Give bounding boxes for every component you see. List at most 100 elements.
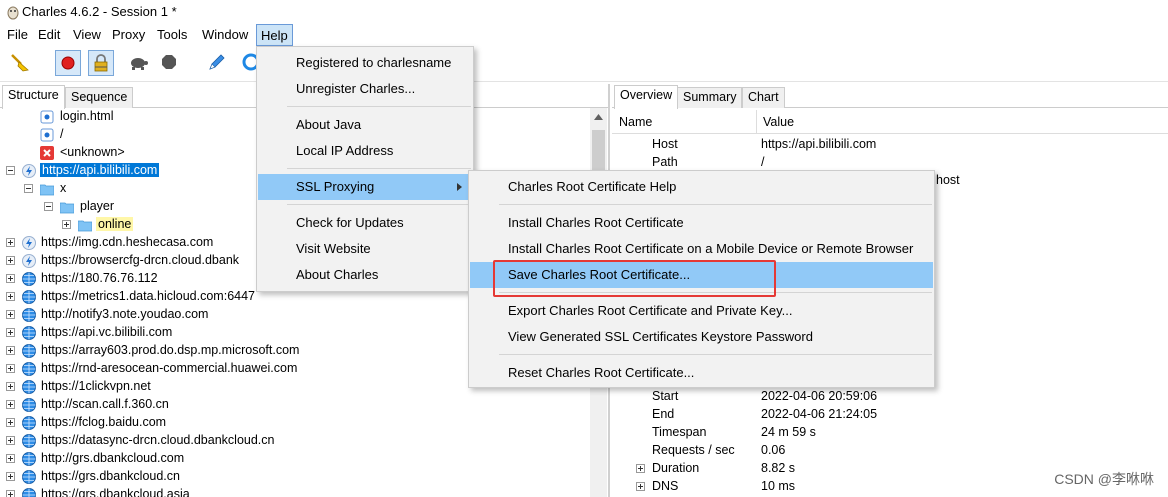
error-icon bbox=[40, 146, 54, 160]
scroll-up-arrow-icon[interactable] bbox=[594, 114, 603, 120]
menu-item-label: About Charles bbox=[296, 267, 379, 282]
expand-toggle[interactable] bbox=[6, 418, 15, 427]
expand-toggle[interactable] bbox=[636, 464, 645, 473]
ssl-proxying-button[interactable] bbox=[88, 50, 114, 76]
menu-item-install-root-cert[interactable]: Install Charles Root Certificate bbox=[470, 210, 933, 236]
toolbar bbox=[0, 46, 1168, 82]
menu-separator bbox=[287, 204, 471, 205]
row-value: https://api.bilibili.com bbox=[761, 137, 877, 151]
expand-toggle[interactable] bbox=[6, 310, 15, 319]
column-value[interactable]: Value bbox=[763, 115, 794, 129]
help-menu: Registered to charlesname Unregister Cha… bbox=[256, 46, 474, 292]
menu-view[interactable]: View bbox=[73, 27, 101, 42]
overview-header: Name Value bbox=[612, 110, 1168, 134]
menu-item-label: View Generated SSL Certificates Keystore… bbox=[508, 329, 813, 344]
menu-tools[interactable]: Tools bbox=[157, 27, 187, 42]
expand-toggle[interactable] bbox=[6, 238, 15, 247]
stop-hexagon-icon bbox=[162, 55, 176, 69]
breakpoints-button[interactable] bbox=[157, 50, 183, 76]
menu-item-label: Check for Updates bbox=[296, 215, 404, 230]
expand-toggle[interactable] bbox=[6, 436, 15, 445]
expand-toggle[interactable] bbox=[6, 382, 15, 391]
expand-toggle[interactable] bbox=[636, 482, 645, 491]
menu-separator bbox=[499, 204, 932, 205]
tree-label: https://metrics1.data.hicloud.com:6447 bbox=[41, 289, 256, 303]
tree-label: / bbox=[60, 127, 64, 141]
row-name: DNS bbox=[652, 479, 679, 493]
throttle-button[interactable] bbox=[126, 50, 152, 76]
globe-icon bbox=[22, 344, 36, 358]
record-icon bbox=[61, 56, 75, 70]
menu-separator bbox=[287, 106, 471, 107]
menu-item-root-cert-help[interactable]: Charles Root Certificate Help bbox=[470, 174, 933, 200]
overview-row: Requests / sec 0.06 bbox=[612, 442, 1168, 460]
menu-item-about-charles[interactable]: About Charles bbox=[258, 262, 472, 288]
row-name: Timespan bbox=[652, 425, 707, 439]
row-value: 2022-04-06 20:59:06 bbox=[761, 389, 878, 403]
expand-toggle[interactable] bbox=[6, 256, 15, 265]
record-button[interactable] bbox=[55, 50, 81, 76]
tab-overview[interactable]: Overview bbox=[614, 85, 679, 109]
menu-item-export-root-cert[interactable]: Export Charles Root Certificate and Priv… bbox=[470, 298, 933, 324]
menu-item-about-java[interactable]: About Java bbox=[258, 112, 472, 138]
row-name: End bbox=[652, 407, 675, 421]
menu-item-label: Charles Root Certificate Help bbox=[508, 179, 677, 194]
expand-toggle[interactable] bbox=[62, 220, 71, 229]
menu-item-check-updates[interactable]: Check for Updates bbox=[258, 210, 472, 236]
menu-proxy[interactable]: Proxy bbox=[112, 27, 145, 42]
menu-item-unregister[interactable]: Unregister Charles... bbox=[258, 76, 472, 102]
menu-item-install-mobile[interactable]: Install Charles Root Certificate on a Mo… bbox=[470, 236, 933, 262]
expand-toggle[interactable] bbox=[6, 364, 15, 373]
menu-help[interactable]: Help bbox=[256, 24, 293, 46]
menu-item-label: Export Charles Root Certificate and Priv… bbox=[508, 303, 793, 318]
expand-toggle[interactable] bbox=[6, 274, 15, 283]
collapse-toggle[interactable] bbox=[44, 202, 53, 211]
menu-item-reset-root-cert[interactable]: Reset Charles Root Certificate... bbox=[470, 360, 933, 386]
lightning-icon bbox=[22, 236, 36, 250]
overview-row: Timespan 24 m 59 s bbox=[612, 424, 1168, 442]
expand-toggle[interactable] bbox=[6, 292, 15, 301]
menu-item-visit-website[interactable]: Visit Website bbox=[258, 236, 472, 262]
expand-toggle[interactable] bbox=[6, 490, 15, 497]
globe-icon bbox=[22, 416, 36, 430]
overview-row: Start 2022-04-06 20:59:06 bbox=[612, 388, 1168, 406]
tab-chart[interactable]: Chart bbox=[742, 87, 785, 108]
menu-item-registered[interactable]: Registered to charlesname bbox=[258, 50, 472, 76]
row-value: 24 m 59 s bbox=[761, 425, 816, 439]
tab-structure[interactable]: Structure bbox=[2, 85, 65, 109]
overview-row: Host https://api.bilibili.com bbox=[612, 136, 1168, 154]
expand-toggle[interactable] bbox=[6, 346, 15, 355]
tree-label: http://grs.dbankcloud.com bbox=[41, 451, 185, 465]
menu-item-view-keystore[interactable]: View Generated SSL Certificates Keystore… bbox=[470, 324, 933, 350]
column-name[interactable]: Name bbox=[619, 115, 652, 129]
window-title: Charles 4.6.2 - Session 1 * bbox=[22, 4, 177, 19]
clear-session-button[interactable] bbox=[8, 50, 34, 76]
tree-label: login.html bbox=[60, 109, 114, 123]
tab-summary[interactable]: Summary bbox=[677, 87, 743, 108]
column-divider[interactable] bbox=[756, 110, 757, 134]
globe-icon bbox=[22, 272, 36, 286]
menu-item-label: Unregister Charles... bbox=[296, 81, 416, 96]
tab-sequence[interactable]: Sequence bbox=[65, 87, 134, 108]
globe-icon bbox=[22, 326, 36, 340]
globe-icon bbox=[22, 470, 36, 484]
tree-label: https://fclog.baidu.com bbox=[41, 415, 167, 429]
expand-toggle[interactable] bbox=[6, 454, 15, 463]
expand-toggle[interactable] bbox=[6, 400, 15, 409]
folder-icon bbox=[40, 184, 54, 196]
menu-file[interactable]: File bbox=[7, 27, 28, 42]
collapse-toggle[interactable] bbox=[6, 166, 15, 175]
menu-window[interactable]: Window bbox=[202, 27, 248, 42]
compose-button[interactable] bbox=[204, 50, 230, 76]
tree-label: https://api.bilibili.com bbox=[40, 163, 160, 177]
expand-toggle[interactable] bbox=[6, 472, 15, 481]
expand-toggle[interactable] bbox=[6, 328, 15, 337]
menu-item-local-ip[interactable]: Local IP Address bbox=[258, 138, 472, 164]
menu-item-label: Registered to charlesname bbox=[296, 55, 452, 70]
collapse-toggle[interactable] bbox=[24, 184, 33, 193]
turtle-icon bbox=[131, 58, 148, 70]
globe-icon bbox=[22, 452, 36, 466]
menu-item-ssl-proxying[interactable]: SSL Proxying bbox=[258, 174, 472, 200]
globe-icon bbox=[22, 488, 36, 497]
menu-edit[interactable]: Edit bbox=[38, 27, 60, 42]
